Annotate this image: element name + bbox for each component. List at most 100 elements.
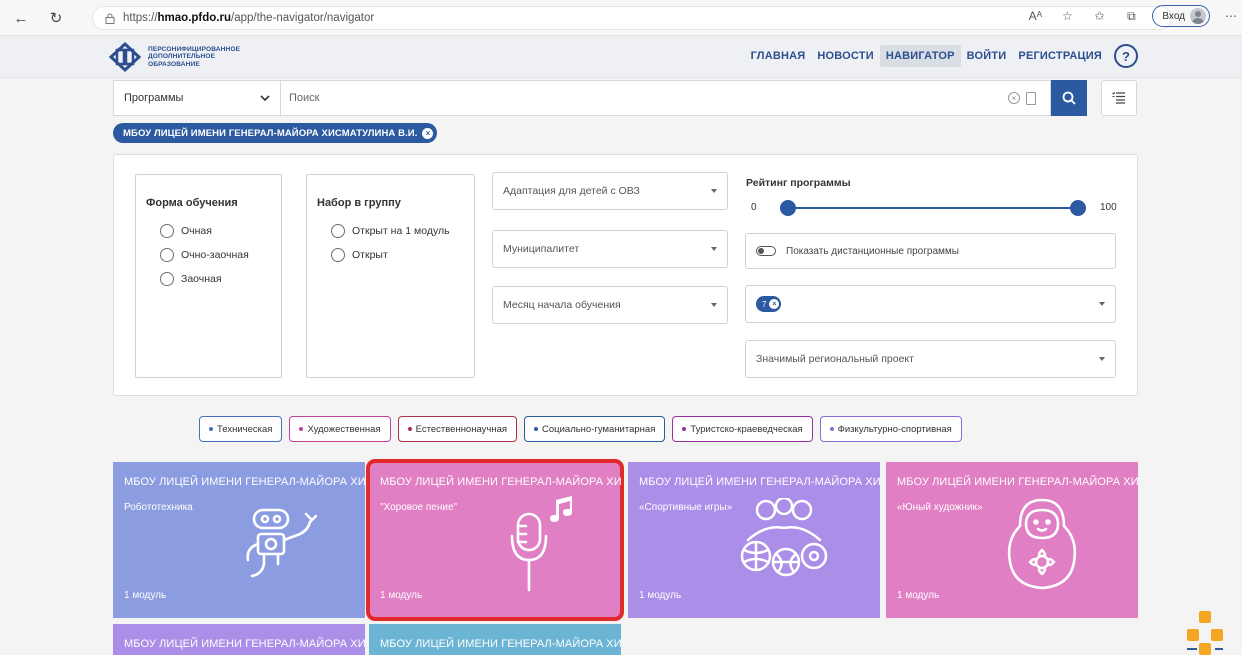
address-bar[interactable]: https://hmao.pfdo.ru/app/the-navigator/n… [92,6,1172,30]
group-enrollment-title: Набор в группу [317,197,401,209]
radio-open[interactable]: Открыт [331,248,388,262]
sports-icon [740,498,828,577]
dropdown-arrow-icon [711,247,717,251]
month-dropdown[interactable]: Месяц начала обучения [492,286,728,324]
matryoshka-icon [1007,498,1077,590]
card-organization: МБОУ ЛИЦЕЙ ИМЕНИ ГЕНЕРАЛ-МАЙОРА ХИС [897,476,1138,488]
copy-icon[interactable] [1026,91,1036,105]
main-nav: ГЛАВНАЯ НОВОСТИ НАВИГАТОР ВОЙТИ РЕГИСТРА… [745,44,1138,68]
nav-navigator[interactable]: НАВИГАТОР [879,45,961,67]
radio-part-time[interactable]: Очно-заочная [160,248,249,262]
direction-technical[interactable]: Техническая [199,416,283,442]
site-logo[interactable]: ПЕРСОНИФИЦИРОВАННОЕ ДОПОЛНИТЕЛЬНОЕ ОБРАЗ… [108,41,240,73]
card-organization: МБОУ ЛИЦЕЙ ИМЕНИ ГЕНЕРАЛ-МАЙОРА ХИС [380,476,621,488]
dropdown-arrow-icon [711,303,717,307]
direction-social[interactable]: Социально-гуманитарная [524,416,666,442]
direction-science[interactable]: Естественнонаучная [397,416,518,442]
program-card[interactable]: МБОУ ЛИЦЕЙ ИМЕНИ ГЕНЕРАЛ-МАЙОРА ХИС [113,624,365,655]
clear-icon[interactable]: × [1008,92,1020,104]
card-program-name: Робототехника [124,502,193,513]
search-icon [1062,91,1076,105]
adaptation-dropdown[interactable]: Адаптация для детей с ОВЗ [492,172,728,210]
study-form-title: Форма обучения [146,197,238,209]
nav-home[interactable]: ГЛАВНАЯ [745,45,812,67]
logo-text: ПЕРСОНИФИЦИРОВАННОЕ ДОПОЛНИТЕЛЬНОЕ ОБРАЗ… [148,46,241,68]
card-program-name: "Хоровое пение" [380,502,458,513]
direction-filters: Техническая Художественная Естественнона… [199,416,962,442]
support-widget-icon[interactable] [1185,607,1225,655]
search-input[interactable]: Поиск × [281,80,1051,116]
radio-full-time[interactable]: Очная [160,224,212,238]
dropdown-arrow-icon [711,189,717,193]
rating-slider-high-handle[interactable] [1070,200,1086,216]
refresh-icon[interactable]: ↻ [45,7,67,29]
regional-project-dropdown[interactable]: Значимый региональный проект [745,340,1116,378]
remove-chip-icon[interactable]: × [422,127,434,139]
category-value: Программы [124,92,184,104]
municipality-dropdown[interactable]: Муниципалитет [492,230,728,268]
card-organization: МБОУ ЛИЦЕЙ ИМЕНИ ГЕНЕРАЛ-МАЙОРА ХИС [124,638,365,650]
direction-tourism[interactable]: Туристско-краеведческая [672,416,813,442]
url-host: hmao.pfdo.ru [157,12,231,24]
radio-distance[interactable]: Заочная [160,272,222,286]
more-icon[interactable]: ⋯ [1220,5,1242,27]
browser-toolbar: ← ↻ https://hmao.pfdo.ru/app/the-navigat… [0,0,1242,36]
direction-art[interactable]: Художественная [289,416,391,442]
rating-max: 100 [1100,202,1117,213]
program-card-choir[interactable]: МБОУ ЛИЦЕЙ ИМЕНИ ГЕНЕРАЛ-МАЙОРА ХИС "Хор… [366,459,624,621]
card-modules: 1 модуль [639,590,682,601]
card-program-name: «Юный художник» [897,502,983,513]
login-label: Вход [1162,10,1185,22]
card-program-name: «Спортивные игры» [639,502,733,513]
back-arrow-icon[interactable]: ← [10,7,32,29]
direction-sport[interactable]: Физкультурно-спортивная [819,416,962,442]
favorites-icon[interactable]: ✩ [1088,5,1110,27]
group-enrollment-group: Набор в группу Открыт на 1 модуль Открыт [306,174,475,378]
dropdown-arrow-icon [1099,302,1105,306]
category-select[interactable]: Программы [113,80,281,116]
lock-icon [105,13,115,24]
age-chip: 7 × [756,296,782,312]
browser-login-button[interactable]: Вход [1152,5,1210,27]
search-placeholder: Поиск [289,92,320,104]
card-modules: 1 модуль [380,590,423,601]
rating-title: Рейтинг программы [746,177,851,189]
nav-login[interactable]: ВОЙТИ [961,45,1013,67]
card-modules: 1 модуль [897,590,940,601]
card-modules: 1 модуль [124,590,167,601]
toggle-switch[interactable] [756,246,776,256]
remove-chip-icon[interactable]: × [769,299,780,309]
program-card-sports-games[interactable]: МБОУ ЛИЦЕЙ ИМЕНИ ГЕНЕРАЛ-МАЙОРА ХИС «Спо… [628,462,880,618]
program-card-robotics[interactable]: МБОУ ЛИЦЕЙ ИМЕНИ ГЕНЕРАЛ-МАЙОРА ХИС Робо… [113,462,365,618]
logo-icon [108,41,142,73]
organization-filter-chip: МБОУ ЛИЦЕЙ ИМЕНИ ГЕНЕРАЛ-МАЙОРА ХИСМАТУЛ… [113,123,438,143]
card-organization: МБОУ ЛИЦЕЙ ИМЕНИ ГЕНЕРАЛ-МАЙОРА ХИС [639,476,880,488]
nav-news[interactable]: НОВОСТИ [811,45,879,67]
age-select[interactable]: 7 × [745,285,1116,323]
rating-min: 0 [751,202,757,213]
nav-register[interactable]: РЕГИСТРАЦИЯ [1012,45,1108,67]
rating-slider-low-handle[interactable] [780,200,796,216]
dropdown-arrow-icon [1099,357,1105,361]
url-prefix: https:// [123,12,158,24]
favorite-add-icon[interactable]: ☆ [1056,5,1078,27]
robot-icon [246,508,318,578]
distance-programs-toggle[interactable]: Показать дистанционные программы [745,233,1116,269]
microphone-icon [510,496,572,592]
radio-open-one-module[interactable]: Открыт на 1 модуль [331,224,450,238]
site-header: ПЕРСОНИФИЦИРОВАННОЕ ДОПОЛНИТЕЛЬНОЕ ОБРАЗ… [0,36,1242,78]
help-button[interactable]: ? [1114,44,1138,68]
filter-panel: Форма обучения Очная Очно-заочная Заочна… [113,154,1138,396]
program-card[interactable]: МБОУ ЛИЦЕЙ ИМЕНИ ГЕНЕРАЛ-МАЙОРА ХИС [369,624,621,655]
url-path: /app/the-navigator/navigator [231,12,375,24]
collections-icon[interactable]: ⧉ [1120,5,1142,27]
reader-mode-icon[interactable]: Aᴬ [1024,5,1046,27]
program-card-young-artist[interactable]: МБОУ ЛИЦЕЙ ИМЕНИ ГЕНЕРАЛ-МАЙОРА ХИС «Юны… [886,462,1138,618]
card-organization: МБОУ ЛИЦЕЙ ИМЕНИ ГЕНЕРАЛ-МАЙОРА ХИС [380,638,621,650]
filter-list-button[interactable] [1101,80,1137,116]
avatar [1190,8,1206,24]
study-form-group: Форма обучения Очная Очно-заочная Заочна… [135,174,282,378]
rating-slider-track[interactable] [780,207,1086,209]
chevron-down-icon [260,95,270,101]
search-button[interactable] [1051,80,1087,116]
